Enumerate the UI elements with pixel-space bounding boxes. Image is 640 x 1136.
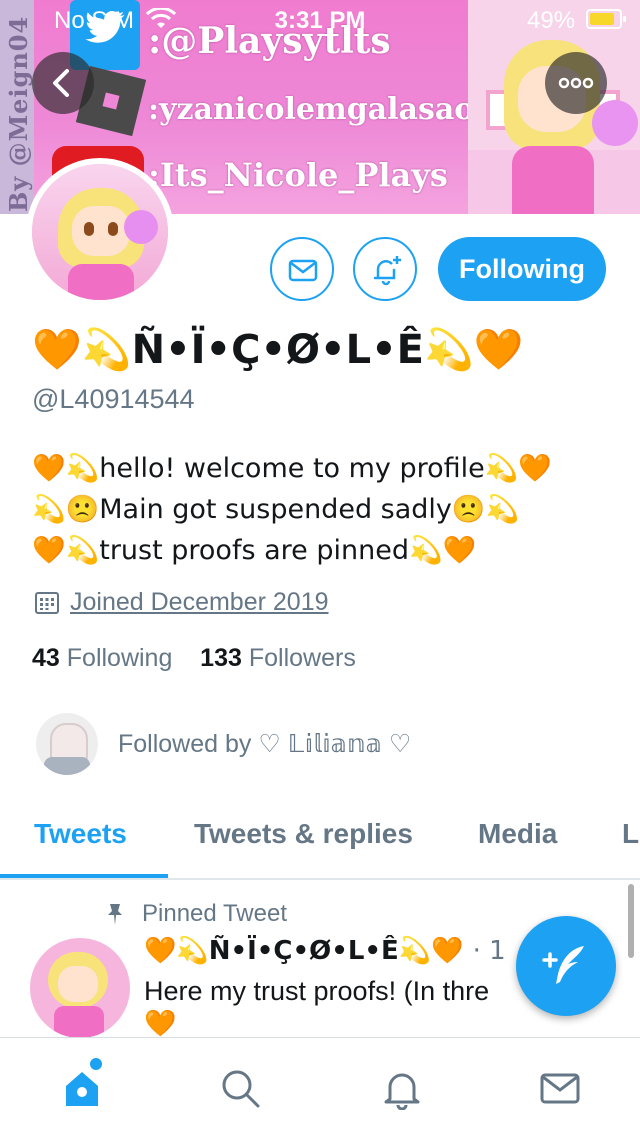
followers-count-link[interactable]: 133 Followers xyxy=(200,644,356,672)
user-handle: @L40914544 xyxy=(32,384,195,414)
avatar-dress xyxy=(54,1006,104,1038)
bio-line: 🧡💫hello! welcome to my profile💫🧡 xyxy=(32,453,553,484)
feather-plus-icon xyxy=(542,946,584,984)
tweet-timestamp: · 1 xyxy=(472,936,506,966)
home-icon xyxy=(66,1072,98,1106)
avatar-eye xyxy=(84,222,94,236)
following-count-label: Following xyxy=(66,644,173,672)
profile-avatar[interactable] xyxy=(26,158,174,306)
tab-media[interactable]: Media xyxy=(478,818,557,850)
calendar-icon xyxy=(35,591,59,614)
battery-icon xyxy=(586,9,626,29)
back-button[interactable] xyxy=(32,52,94,114)
bell-plus-icon xyxy=(373,256,401,286)
banner-roblox-handle: :yzanicolemgalasao08 xyxy=(148,92,517,127)
nav-home[interactable] xyxy=(60,1066,104,1110)
search-icon xyxy=(222,1070,260,1108)
profile-tabs: Tweets Tweets & replies Media L xyxy=(0,796,640,880)
nav-search[interactable] xyxy=(218,1066,262,1110)
following-count-link[interactable]: 43 Following xyxy=(32,644,172,672)
follow-counts: 43 Following 133 Followers xyxy=(32,644,356,673)
banner-side-text: By @Meign04 xyxy=(4,15,33,212)
tweet-text-continued: 🧡 xyxy=(144,1008,177,1038)
avatar-face xyxy=(72,206,130,256)
envelope-icon xyxy=(540,1073,580,1104)
new-content-dot xyxy=(90,1058,102,1070)
tab-tweets-replies[interactable]: Tweets & replies xyxy=(194,818,413,850)
banner-youtube-handle: :Its_Nicole_Plays xyxy=(148,156,448,194)
profile-bio: 🧡💫hello! welcome to my profile💫🧡 💫🙁Main … xyxy=(32,448,612,571)
banner-character-dress xyxy=(512,146,594,214)
followers-count: 133 xyxy=(200,644,242,672)
compose-tweet-button[interactable] xyxy=(516,916,616,1016)
avatar-face xyxy=(58,966,98,1002)
followed-by-row[interactable]: Followed by ♡ 𝕃𝕚𝕝𝕚𝕒𝕟𝕒 ♡ xyxy=(36,712,411,776)
display-name: 🧡💫Ñ•Ï•Ç•Ø•L•Ê💫🧡 xyxy=(32,327,524,373)
pinned-tweet-label: Pinned Tweet xyxy=(104,900,287,928)
avatar-eye xyxy=(108,222,118,236)
tab-likes[interactable]: L xyxy=(622,818,639,850)
nav-notifications[interactable] xyxy=(380,1066,424,1110)
tweet-text[interactable]: Here my trust proofs! (In thre xyxy=(144,976,544,1007)
bio-line: 💫🙁Main got suspended sadly🙁💫 xyxy=(32,494,520,525)
followed-by-text: Followed by ♡ 𝕃𝕚𝕝𝕚𝕒𝕟𝕒 ♡ xyxy=(118,730,412,758)
following-button[interactable]: Following xyxy=(438,237,606,301)
battery-percentage: 49% xyxy=(527,7,576,34)
more-options-button[interactable] xyxy=(545,52,607,114)
tweet-author-avatar[interactable] xyxy=(30,938,130,1038)
follower-avatar xyxy=(36,713,98,775)
scrollbar[interactable] xyxy=(628,884,634,958)
nav-messages[interactable] xyxy=(538,1066,582,1110)
pin-icon xyxy=(108,904,122,925)
tweet-author-display-name: 🧡💫Ñ•Ï•Ç•Ø•L•Ê💫🧡 xyxy=(144,936,464,966)
bio-line: 🧡💫trust proofs are pinned💫🧡 xyxy=(32,535,477,566)
pinned-tweet-text: Pinned Tweet xyxy=(142,900,287,927)
message-button[interactable] xyxy=(270,237,334,301)
tab-tweets[interactable]: Tweets xyxy=(34,818,127,850)
status-bar: No SIM 3:31 PM 49% xyxy=(0,0,640,40)
active-tab-indicator xyxy=(0,874,168,878)
tweet-author-name[interactable]: 🧡💫Ñ•Ï•Ç•Ø•L•Ê💫🧡 · 1 xyxy=(144,936,506,966)
bell-icon xyxy=(384,1073,420,1110)
chevron-left-icon xyxy=(53,69,69,97)
bottom-tab-bar xyxy=(0,1037,640,1136)
ellipsis-icon xyxy=(558,77,594,89)
avatar-cotton-candy xyxy=(124,210,158,244)
avatar-dress xyxy=(68,264,134,300)
following-count: 43 xyxy=(32,644,60,672)
joined-date: Joined December 2019 xyxy=(34,588,329,617)
followers-count-label: Followers xyxy=(248,644,356,672)
envelope-icon xyxy=(288,259,318,282)
notifications-toggle-button[interactable] xyxy=(353,237,417,301)
joined-date-text: Joined December 2019 xyxy=(70,588,329,616)
